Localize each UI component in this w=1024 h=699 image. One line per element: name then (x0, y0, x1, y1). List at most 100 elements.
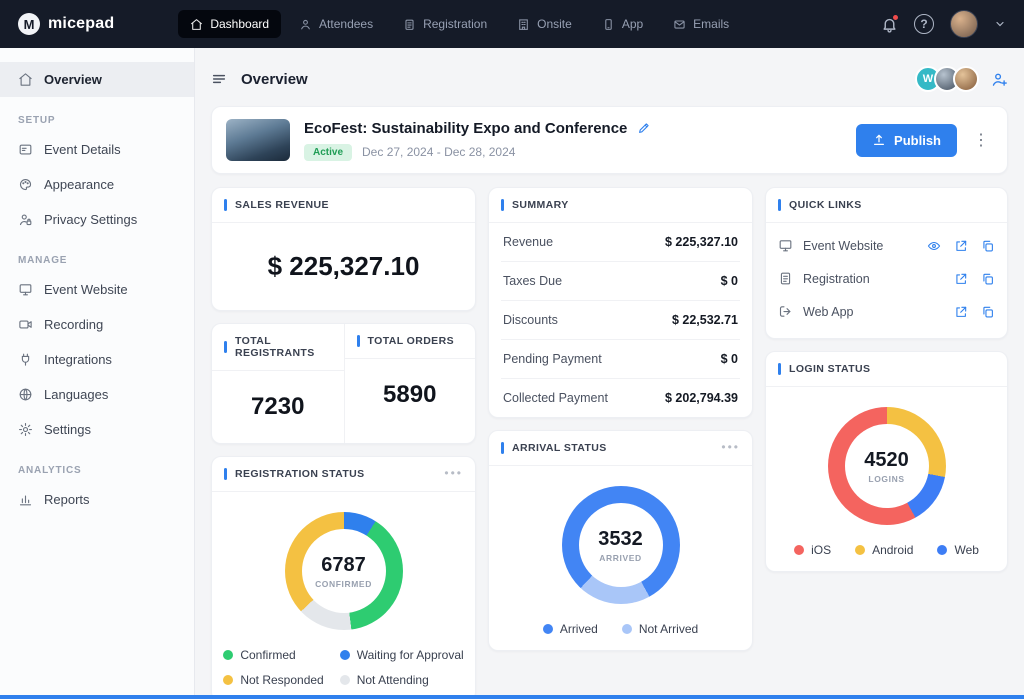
accent-bar (778, 199, 781, 211)
brand[interactable]: M micepad (18, 13, 114, 35)
sidebar-item-overview[interactable]: Overview (0, 62, 194, 97)
legend-dot (855, 545, 866, 555)
copy-icon[interactable] (981, 239, 995, 253)
attendees-icon (299, 18, 312, 31)
card-title: LOGIN STATUS (789, 363, 871, 375)
hamburger-menu-icon[interactable] (211, 71, 227, 87)
user-avatar[interactable] (950, 10, 978, 38)
external-link-icon[interactable] (954, 272, 968, 286)
sidebar-item-label: Event Website (44, 282, 128, 297)
sidebar-item-label: Recording (44, 317, 104, 332)
sidebar-item-integrations[interactable]: Integrations (0, 342, 194, 377)
registration-legend: Confirmed Waiting for Approval Not Respo… (223, 648, 464, 687)
accent-bar (501, 199, 504, 211)
notifications-bell-icon[interactable] (881, 13, 899, 33)
legend-item: Not Responded (223, 673, 324, 687)
legend-dot (621, 624, 632, 634)
legend-dot (937, 545, 948, 555)
sidebar-item-recording[interactable]: Recording (0, 307, 194, 342)
summary-card: SUMMARY Revenue $ 225,327.10 Taxes Due $ 0… (488, 187, 753, 418)
nav-label: Registration (423, 17, 488, 31)
card-title: REGISTRATION STATUS (235, 468, 365, 480)
privacy-settings-icon (18, 212, 33, 227)
sidebar-item-label: Appearance (44, 177, 115, 192)
nav-onsite[interactable]: Onsite (505, 10, 584, 38)
card-menu-ellipsis-icon[interactable]: ••• (444, 467, 463, 479)
sidebar-item-event-details[interactable]: Event Details (0, 132, 194, 167)
card-menu-ellipsis-icon[interactable]: ••• (721, 441, 740, 453)
nav-dashboard[interactable]: Dashboard (178, 10, 282, 38)
recording-icon (18, 317, 33, 332)
help-icon[interactable]: ? (914, 14, 934, 34)
chevron-down-icon[interactable] (994, 18, 1006, 30)
languages-icon (18, 387, 33, 402)
event-card: EcoFest: Sustainability Expo and Confere… (211, 106, 1008, 174)
registration-donut-chart: 6787 CONFIRMED (284, 512, 403, 630)
donut-center-label: CONFIRMED (315, 578, 372, 589)
copy-icon[interactable] (981, 305, 995, 319)
external-link-icon[interactable] (954, 239, 968, 253)
appearance-icon (18, 177, 33, 192)
quick-links-card: QUICK LINKS Event Website Registration W… (765, 187, 1008, 339)
card-title: TOTAL ORDERS (367, 335, 454, 347)
legend-item: Confirmed (223, 648, 323, 662)
summary-row: Discounts $ 22,532.71 (501, 301, 740, 340)
reports-icon (18, 492, 33, 507)
summary-row: Revenue $ 225,327.10 (501, 223, 740, 262)
donut-center-value: 6787 (321, 553, 366, 576)
nav-label: Emails (693, 17, 730, 31)
sidebar-item-label: Overview (44, 72, 102, 87)
nav-emails[interactable]: Emails (661, 10, 741, 38)
sidebar-item-event-website[interactable]: Event Website (0, 272, 194, 307)
registration-icon (403, 18, 416, 31)
edit-pencil-icon[interactable] (637, 121, 651, 135)
sidebar-section-setup: Setup (18, 115, 56, 126)
publish-button[interactable]: Publish (856, 123, 957, 157)
nav-attendees[interactable]: Attendees (287, 10, 385, 38)
preview-eye-icon[interactable] (927, 239, 941, 253)
legend-item: Arrived (542, 622, 598, 636)
upload-icon (872, 133, 886, 147)
registration-form-icon (778, 271, 793, 286)
external-link-icon[interactable] (954, 305, 968, 319)
legend-dot (223, 675, 234, 685)
event-thumbnail (226, 119, 290, 161)
card-title: SALES REVENUE (235, 199, 329, 211)
legend-dot (223, 650, 234, 660)
sidebar-section-analytics: Analytics (18, 465, 82, 476)
nav-label: Onsite (537, 17, 572, 31)
collaborator-avatar[interactable] (953, 66, 979, 92)
legend-item: Android (855, 543, 913, 557)
sidebar-item-label: Languages (44, 387, 109, 402)
sidebar: Overview Setup Event Details Appearance … (0, 48, 195, 699)
event-title: EcoFest: Sustainability Expo and Confere… (304, 119, 628, 137)
sidebar-item-label: Reports (44, 492, 90, 507)
app-icon (602, 18, 615, 31)
sidebar-item-appearance[interactable]: Appearance (0, 167, 194, 202)
event-menu-kebab-icon[interactable]: ⋮ (969, 130, 993, 150)
top-nav: Dashboard Attendees Registration Onsite … (178, 10, 741, 38)
emails-icon (673, 18, 686, 31)
legend-dot (542, 624, 553, 634)
card-title: SUMMARY (512, 199, 569, 211)
sidebar-item-reports[interactable]: Reports (0, 482, 194, 517)
add-collaborator-icon[interactable] (991, 71, 1008, 88)
card-title: TOTAL REGISTRANTS (235, 335, 315, 359)
quick-link-row: Registration (778, 262, 995, 295)
total-orders-value: 5890 (383, 381, 437, 408)
legend-dot (339, 650, 350, 660)
nav-registration[interactable]: Registration (391, 10, 499, 38)
arrival-donut-chart: 3532 ARRIVED (561, 486, 680, 604)
sidebar-item-privacy-settings[interactable]: Privacy Settings (0, 202, 194, 237)
login-status-card: LOGIN STATUS 4520 LOGINS iOS Android Web (765, 351, 1008, 572)
accent-bar (501, 442, 504, 454)
sidebar-item-languages[interactable]: Languages (0, 377, 194, 412)
login-legend: iOS Android Web (794, 543, 979, 557)
registration-status-card: REGISTRATION STATUS ••• 6787 CONFIRMED C… (211, 456, 476, 699)
quick-link-label: Web App (803, 304, 854, 319)
nav-app[interactable]: App (590, 10, 655, 38)
nav-label: Attendees (319, 17, 374, 31)
page-header: Overview W (211, 62, 1008, 96)
copy-icon[interactable] (981, 272, 995, 286)
sidebar-item-settings[interactable]: Settings (0, 412, 194, 447)
